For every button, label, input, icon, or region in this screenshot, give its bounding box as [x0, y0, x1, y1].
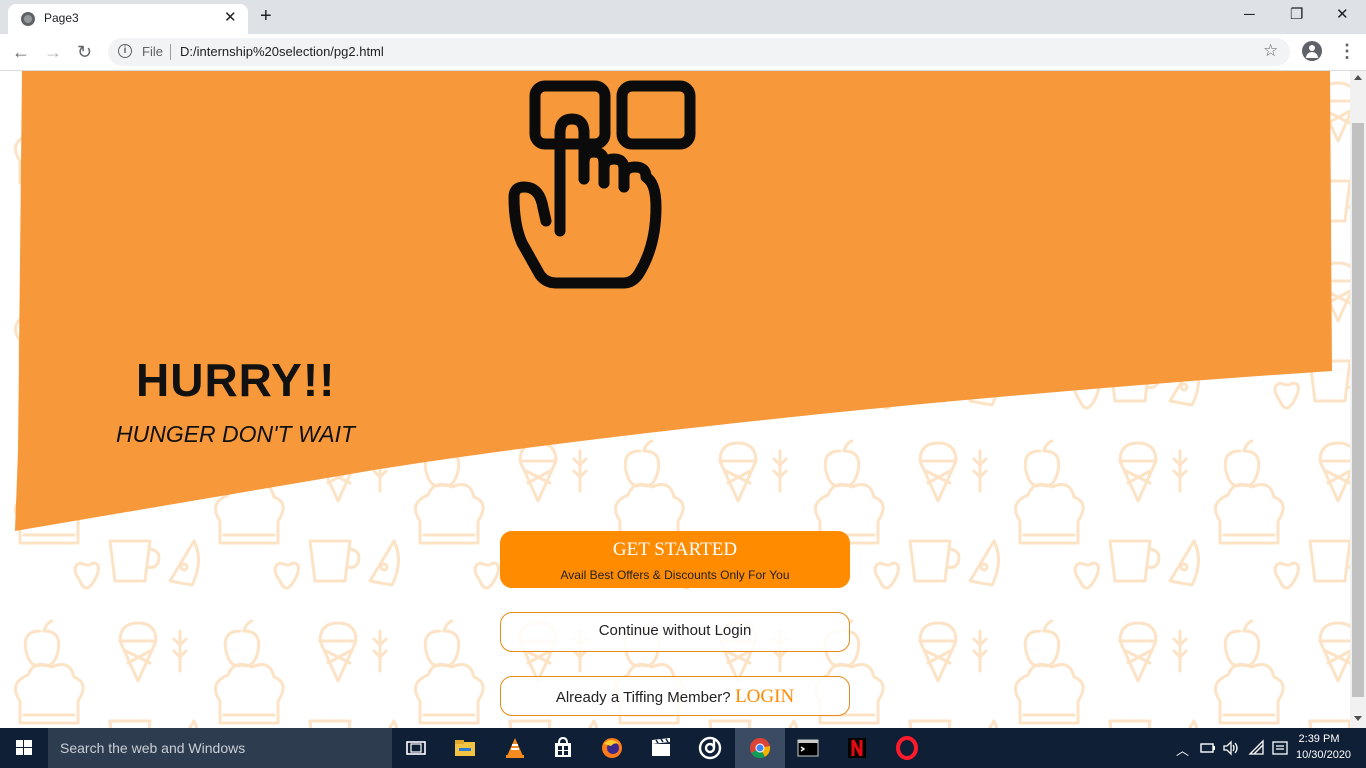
member-label: Already a Tiffing Member? [555, 689, 731, 706]
search-placeholder: Search the web and Windows [60, 740, 246, 756]
action-center-icon[interactable] [1271, 739, 1289, 757]
tab-page3[interactable]: Page3 ✕ [8, 4, 248, 34]
menu-icon[interactable]: ⋮ [1338, 41, 1356, 61]
firefox-icon[interactable] [600, 736, 624, 760]
opera-icon[interactable] [895, 736, 919, 760]
globe-icon [21, 12, 35, 26]
login-link[interactable]: LOGIN [735, 686, 794, 707]
scroll-thumb[interactable] [1352, 123, 1364, 697]
windows-start-icon[interactable] [0, 728, 48, 768]
restore-button[interactable]: ❐ [1290, 4, 1303, 26]
volume-icon[interactable] [1222, 739, 1240, 757]
close-window-button[interactable]: ✕ [1336, 4, 1349, 26]
task-view-icon[interactable] [404, 736, 428, 760]
taskbar-search-box[interactable]: Search the web and Windows [48, 728, 392, 768]
chrome-icon[interactable] [748, 736, 772, 760]
file-explorer-icon[interactable] [453, 736, 477, 760]
get-started-title: GET STARTED [612, 539, 738, 560]
get-started-subtitle: Avail Best Offers & Discounts Only For Y… [560, 568, 790, 582]
toolbar: ← → ↻ i File D:/internship%20selection/p… [0, 34, 1366, 71]
reload-button[interactable]: ↻ [77, 40, 92, 64]
account-icon[interactable] [1302, 41, 1322, 61]
store-icon[interactable] [551, 736, 575, 760]
clock-time: 2:39 PM [1298, 733, 1340, 745]
hero-banner [15, 71, 1332, 531]
continue-without-login-button[interactable]: Continue without Login [500, 612, 850, 652]
security-label: File [142, 44, 163, 59]
page-viewport: HURRY!! HUNGER DON'T WAIT GET STARTED Av… [0, 71, 1350, 728]
wifi-icon[interactable] [1248, 739, 1266, 757]
info-icon[interactable]: i [118, 44, 132, 58]
tab-close-icon[interactable]: ✕ [224, 8, 237, 28]
taskbar: Search the web and Windows ︿ 2:39 PM 10/… [0, 728, 1366, 768]
divider [170, 44, 171, 60]
new-tab-button[interactable]: + [260, 5, 272, 27]
back-button[interactable]: ← [12, 40, 30, 64]
bookmark-star-icon[interactable]: ☆ [1263, 41, 1278, 61]
battery-icon[interactable] [1198, 739, 1216, 757]
movies-icon[interactable] [649, 736, 673, 760]
address-bar[interactable]: i File D:/internship%20selection/pg2.htm… [108, 38, 1290, 66]
forward-button[interactable]: → [44, 40, 62, 64]
get-started-button[interactable]: GET STARTED Avail Best Offers & Discount… [500, 531, 850, 588]
vlc-icon[interactable] [503, 736, 527, 760]
terminal-icon[interactable] [796, 736, 820, 760]
member-login-button[interactable]: Already a Tiffing Member? LOGIN [500, 676, 850, 716]
tagline: HUNGER DON'T WAIT [116, 421, 356, 447]
headline: HURRY!! [136, 354, 336, 406]
netflix-icon[interactable] [845, 736, 869, 760]
tab-title: Page3 [44, 11, 79, 25]
clock-date: 10/30/2020 [1296, 749, 1352, 761]
scroll-down-arrow-icon[interactable] [1354, 716, 1362, 721]
tab-strip: Page3 ✕ + ─ ❐ ✕ [0, 0, 1366, 34]
tray-overflow-icon[interactable]: ︿ [1176, 740, 1189, 759]
groove-icon[interactable] [698, 736, 722, 760]
url-text[interactable]: D:/internship%20selection/pg2.html [180, 44, 384, 59]
system-clock[interactable]: 2:39 PM 10/30/2020 [1296, 731, 1352, 763]
minimize-button[interactable]: ─ [1244, 4, 1255, 26]
scroll-up-arrow-icon[interactable] [1354, 75, 1362, 80]
continue-label: Continue without Login [598, 622, 752, 639]
page-scrollbar[interactable] [1350, 71, 1366, 728]
